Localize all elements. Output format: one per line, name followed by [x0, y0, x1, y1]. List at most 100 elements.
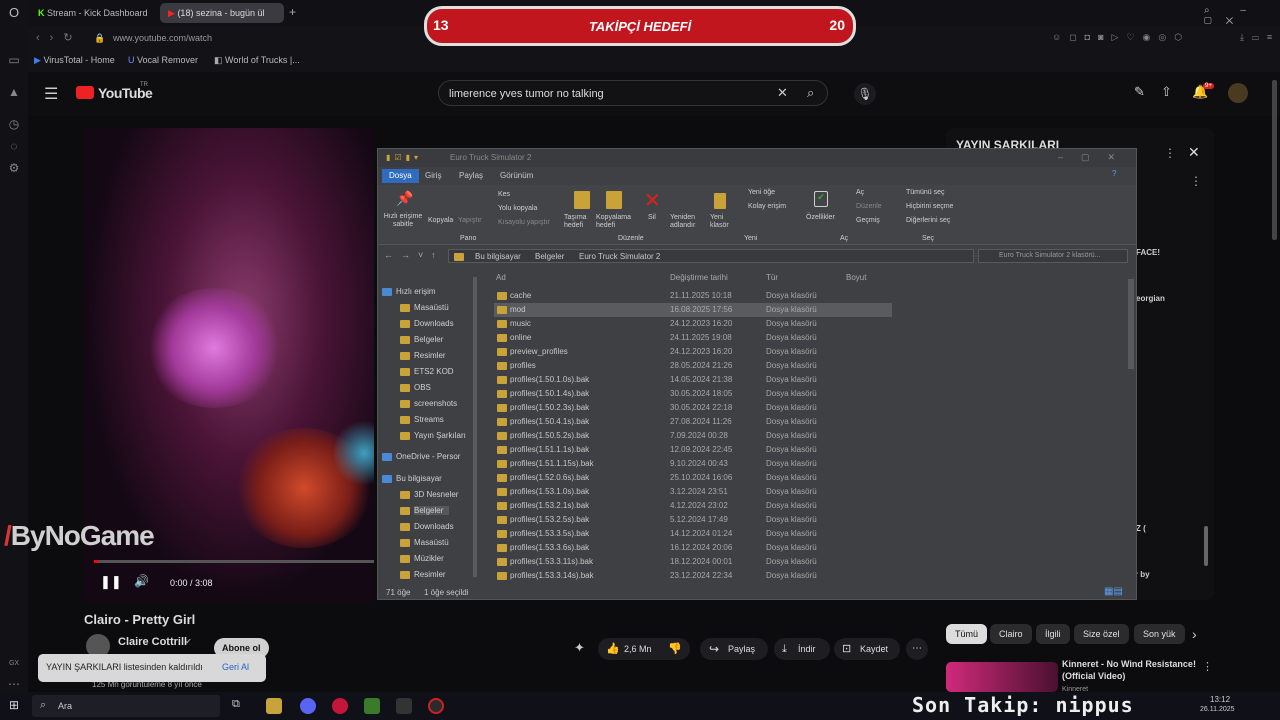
nav-item[interactable]: ETS2 KOD — [414, 367, 454, 376]
task-view-icon[interactable]: ⧉ — [232, 698, 240, 711]
copy-button[interactable]: Kopyala — [428, 217, 453, 224]
file-row[interactable]: profiles(1.50.1.0s).bak 14.05.2024 21:38 D… — [494, 373, 892, 387]
new-tab-button[interactable]: + — [289, 5, 296, 19]
chip-all[interactable]: Tümü — [946, 624, 988, 644]
path-segment[interactable]: Bu bilgisayar — [475, 252, 521, 261]
create-icon[interactable]: ✎ — [1134, 84, 1145, 100]
edit-button[interactable]: Düzenle — [856, 203, 882, 210]
easy-access-button[interactable]: Kolay erişim — [748, 203, 786, 210]
nav-item[interactable]: Masaüstü — [414, 538, 449, 547]
explorer-window-controls[interactable]: –▢✕ — [1058, 152, 1133, 163]
quick-access-toolbar[interactable]: ▮☑▮▾ — [386, 153, 422, 162]
more-icon[interactable]: ⋯ — [6, 676, 22, 692]
new-folder-button[interactable]: Yeni klasör — [710, 214, 734, 230]
copy-path-button[interactable]: Yolu kopyala — [498, 205, 537, 212]
help-icon[interactable]: ? — [1112, 169, 1116, 178]
file-row[interactable]: profiles 28.05.2024 21:26 Dosya klasörü — [494, 359, 892, 373]
paste-shortcut-button[interactable]: Kısayolu yapıştır — [498, 219, 550, 226]
window-controls[interactable]: ⌕ –▢✕ — [1204, 5, 1280, 27]
clear-search-icon[interactable]: ✕ — [777, 85, 788, 101]
nav-buttons[interactable]: ‹›↻ — [36, 31, 83, 44]
invert-selection-button[interactable]: Diğerlerini seç — [906, 217, 950, 224]
remix-icon[interactable]: ✦ — [574, 640, 585, 656]
path-segment[interactable]: Euro Truck Simulator 2 — [579, 252, 660, 261]
page-scrollbar[interactable] — [1272, 80, 1277, 240]
extension-icons[interactable]: ☺◻◘◙▷♡◉◎⬡ — [1052, 32, 1190, 43]
nav-item[interactable]: Streams — [414, 415, 444, 424]
history-icon[interactable]: ◷ — [6, 116, 22, 132]
obs-icon[interactable] — [428, 698, 444, 714]
opera-logo-icon[interactable]: O — [6, 5, 22, 21]
pin-button[interactable]: Hızlı erişime sabitle — [382, 213, 424, 229]
file-scrollbar[interactable] — [1128, 279, 1134, 369]
rec-menu-icon[interactable]: ⋮ — [1202, 660, 1213, 673]
ribbon-tab-file[interactable]: Dosya — [382, 169, 419, 183]
nav-scrollbar[interactable] — [473, 277, 477, 577]
copy-to-button[interactable]: Kopyalama hedefi — [596, 214, 634, 230]
chips-next-icon[interactable]: › — [1192, 626, 1197, 642]
save-button[interactable]: ⊡ Kaydet — [834, 638, 900, 660]
explorer-nav-buttons[interactable]: ←→˅↑ — [384, 250, 444, 260]
file-row[interactable]: profiles(1.52.0.6s).bak 25.10.2024 16:06 D… — [494, 471, 892, 485]
file-row[interactable]: profiles(1.50.1.4s).bak 30.05.2024 18:05 D… — [494, 387, 892, 401]
pause-icon[interactable]: ❚❚ — [100, 574, 122, 590]
tab-youtube[interactable]: ▶ (18) sezina - bugün ül — [160, 3, 284, 23]
ribbon-tab-view[interactable]: Görünüm — [500, 171, 533, 180]
nav-item[interactable]: Hızlı erişim — [396, 287, 436, 296]
nav-item[interactable]: Downloads — [414, 522, 454, 531]
nav-item[interactable]: Downloads — [414, 319, 454, 328]
col-size[interactable]: Boyut — [846, 273, 866, 282]
ribbon-tab-home[interactable]: Giriş — [425, 171, 441, 180]
cut-button[interactable]: Kes — [498, 191, 510, 198]
start-icon[interactable]: ⊞ — [9, 698, 19, 712]
youtube-logo-icon[interactable] — [76, 86, 94, 99]
channel-name[interactable]: Claire Cottrill — [118, 636, 187, 648]
menu-icon[interactable]: ☰ — [44, 84, 58, 104]
file-row[interactable]: cache 21.11.2025 10:18 Dosya klasörü — [494, 289, 892, 303]
mic-icon[interactable]: 🎙 — [854, 83, 876, 105]
nav-item[interactable]: Belgeler — [414, 335, 443, 344]
path-segment[interactable]: Belgeler — [535, 252, 564, 261]
file-row[interactable]: profiles(1.51.1.1s).bak 12.09.2024 22:45 D… — [494, 443, 892, 457]
bookmark-vocal-remover[interactable]: U Vocal Remover — [128, 55, 198, 65]
chip-for-you[interactable]: Size özel — [1074, 624, 1129, 644]
epic-games-icon[interactable] — [396, 698, 412, 714]
nav-item[interactable]: OneDrive - Persor — [396, 452, 460, 461]
playlist-scrollbar[interactable] — [1204, 526, 1208, 566]
rename-button[interactable]: Yeniden adlandır — [670, 214, 700, 230]
col-date[interactable]: Değiştirme tarihi — [670, 273, 728, 282]
explorer-path-bar[interactable]: Bu bilgisayar Belgeler Euro Truck Simula… — [448, 249, 974, 263]
select-none-button[interactable]: Hiçbirini seçme — [906, 203, 953, 210]
chip-related[interactable]: İlgili — [1036, 624, 1070, 644]
tab-kick[interactable]: K Stream - Kick Dashboard — [30, 3, 156, 23]
file-row[interactable]: preview_profiles 24.12.2023 16:20 Dosya kl… — [494, 345, 892, 359]
progress-bar[interactable] — [94, 560, 374, 563]
file-row[interactable]: online 24.11.2025 19:08 Dosya klasörü — [494, 331, 892, 345]
playlist-menu-icon[interactable]: ⋮ — [1164, 146, 1176, 160]
col-type[interactable]: Tür — [766, 273, 778, 282]
avatar[interactable] — [1228, 83, 1248, 103]
like-button[interactable]: 👍 2,6 Mn 👎 — [598, 638, 690, 660]
rec-thumbnail[interactable] — [946, 662, 1058, 692]
nav-item[interactable]: Resimler — [414, 570, 446, 579]
file-row[interactable]: profiles(1.50.4.1s).bak 27.08.2024 11:26 D… — [494, 415, 892, 429]
share-button[interactable]: ↪ Paylaş — [700, 638, 768, 660]
dislike-icon[interactable]: 👎 — [668, 642, 682, 655]
open-button[interactable]: Aç — [856, 189, 864, 196]
discord-icon[interactable] — [300, 698, 316, 714]
file-row[interactable]: profiles(1.50.2.3s).bak 30.05.2024 22:18 D… — [494, 401, 892, 415]
col-name[interactable]: Ad — [496, 273, 506, 282]
file-row[interactable]: profiles(1.53.3.14s).bak 23.12.2024 22:34… — [494, 569, 892, 583]
nav-item[interactable]: Müzikler — [414, 554, 444, 563]
bookmark-virustotal[interactable]: ▶ VirusTotal - Home — [34, 55, 115, 66]
chip-recent[interactable]: Son yük — [1134, 624, 1185, 644]
file-row[interactable]: profiles(1.53.2.1s).bak 4.12.2024 23:02 Do… — [494, 499, 892, 513]
url-field[interactable]: www.youtube.com/watch — [113, 33, 212, 43]
taskbar-search[interactable]: ⌕ Ara — [32, 695, 220, 717]
nav-item[interactable]: screenshots — [414, 399, 457, 408]
file-row[interactable]: profiles(1.53.3.5s).bak 14.12.2024 01:24 D… — [494, 527, 892, 541]
opera-gx-icon[interactable] — [332, 698, 348, 714]
upload-icon[interactable]: ⇧ — [1161, 84, 1172, 100]
paste-button[interactable]: Yapıştır — [458, 217, 482, 224]
nav-item[interactable]: Masaüstü — [414, 303, 449, 312]
